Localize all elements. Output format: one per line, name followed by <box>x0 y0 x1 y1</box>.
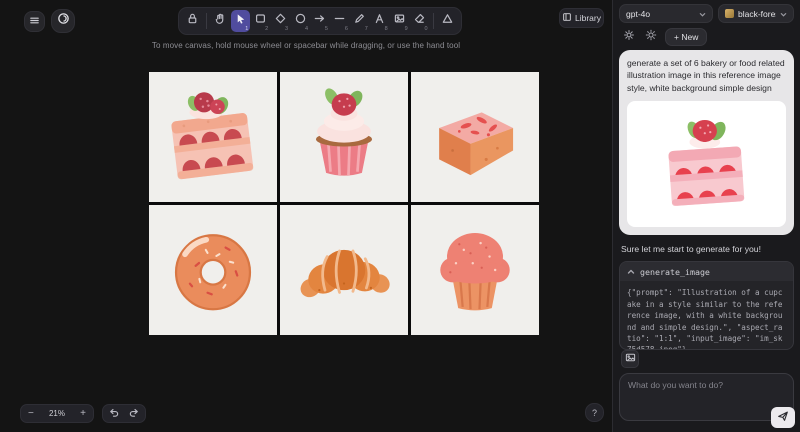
canvas-image-strawberry-cake-slice[interactable] <box>149 72 277 202</box>
chat-actions-row: + New <box>621 28 794 46</box>
draw-tool-button[interactable]: 7 <box>350 10 369 32</box>
menu-button[interactable] <box>24 11 45 32</box>
tool-key-label: 1 <box>245 26 248 32</box>
chevron-down-icon <box>699 10 706 17</box>
chat-input[interactable] <box>619 373 794 421</box>
canvas-image-strawberry-cupcake[interactable] <box>280 72 408 202</box>
attach-image-icon <box>625 350 636 368</box>
shapes-icon <box>441 12 454 30</box>
eraser-tool-button[interactable]: 0 <box>410 10 429 32</box>
theme-toggle-button[interactable] <box>643 29 659 45</box>
redo-button[interactable] <box>129 405 140 423</box>
canvas-image-berry-muffin[interactable] <box>411 205 539 335</box>
zoom-level[interactable]: 21% <box>49 409 65 418</box>
toolbar-separator <box>206 13 207 29</box>
send-button[interactable] <box>771 407 795 428</box>
canvas-hint-text: To move canvas, hold mouse wheel or spac… <box>0 41 612 50</box>
canvas-image-croissant[interactable] <box>280 205 408 335</box>
app-logo-button[interactable] <box>51 9 75 33</box>
history-control <box>102 404 146 423</box>
canvas-image-strawberry-loaf-cake[interactable] <box>411 72 539 202</box>
tool-call-arguments: {"prompt": "Illustration of a cupcake in… <box>620 281 793 350</box>
zoom-out-button[interactable]: − <box>28 409 34 419</box>
reference-image-attachment[interactable] <box>627 101 786 227</box>
arrow-tool-button[interactable]: 5 <box>311 10 330 32</box>
tool-call-header[interactable]: generate_image <box>620 262 793 281</box>
lock-tool-button[interactable] <box>183 10 202 32</box>
chat-panel: gpt-4o black-forest-lab + New <box>612 0 800 432</box>
app-logo-icon <box>57 12 70 30</box>
hamburger-icon <box>29 13 40 31</box>
more-shapes-button[interactable] <box>438 10 457 32</box>
diamond-tool-button[interactable]: 3 <box>271 10 290 32</box>
hand-tool-button[interactable] <box>211 10 230 32</box>
tool-key-label: 6 <box>345 26 348 32</box>
zoom-in-button[interactable]: + <box>80 409 86 419</box>
lock-icon <box>186 12 199 30</box>
send-icon <box>777 409 789 427</box>
model-selector-row: gpt-4o black-forest-lab <box>619 4 794 23</box>
toolbar-separator <box>433 13 434 29</box>
settings-button[interactable] <box>621 29 637 45</box>
chevron-up-icon <box>627 263 635 281</box>
tool-call-name: generate_image <box>640 267 710 277</box>
undo-button[interactable] <box>108 405 119 423</box>
attach-image-button[interactable] <box>621 350 639 368</box>
user-message-text: generate a set of 6 bakery or food relat… <box>627 57 786 94</box>
tool-key-label: 8 <box>385 26 388 32</box>
image-tool-button[interactable]: 9 <box>390 10 409 32</box>
line-tool-button[interactable]: 6 <box>330 10 349 32</box>
canvas-area[interactable]: 1 2 3 4 5 6 7 <box>0 0 612 432</box>
rectangle-tool-button[interactable]: 2 <box>251 10 270 32</box>
ellipse-tool-button[interactable]: 4 <box>291 10 310 32</box>
text-tool-button[interactable]: 8 <box>370 10 389 32</box>
drawing-toolbar: 1 2 3 4 5 6 7 <box>178 7 462 35</box>
tool-key-label: 3 <box>285 26 288 32</box>
tool-key-label: 9 <box>405 26 408 32</box>
provider-name: black-forest-lab <box>738 9 776 19</box>
tool-key-label: 4 <box>305 26 308 32</box>
new-chat-button[interactable]: + New <box>665 28 707 46</box>
model-selector-dropdown[interactable]: gpt-4o <box>619 4 713 23</box>
library-button[interactable]: Library <box>559 8 604 28</box>
canvas-image-sprinkled-donut[interactable] <box>149 205 277 335</box>
library-label: Library <box>575 13 601 23</box>
chevron-down-icon <box>780 10 787 17</box>
library-icon <box>562 12 572 24</box>
assistant-message-text: Sure let me start to generate for you! <box>621 244 792 254</box>
reference-cake-illustration <box>652 109 762 219</box>
zoom-control: − 21% + <box>20 404 94 423</box>
gear-icon <box>623 28 635 46</box>
selection-tool-button[interactable]: 1 <box>231 10 250 32</box>
tool-call-card: generate_image {"prompt": "Illustration … <box>619 261 794 350</box>
app-window: 1 2 3 4 5 6 7 <box>0 0 800 432</box>
composer <box>619 350 794 426</box>
tool-key-label: 2 <box>265 26 268 32</box>
tool-key-label: 5 <box>325 26 328 32</box>
tool-key-label: 0 <box>425 26 428 32</box>
provider-selector-dropdown[interactable]: black-forest-lab <box>718 4 794 23</box>
hand-icon <box>214 12 227 30</box>
tool-key-label: 7 <box>365 26 368 32</box>
generated-image-grid <box>149 72 539 335</box>
model-name: gpt-4o <box>626 9 650 19</box>
user-message-bubble: generate a set of 6 bakery or food relat… <box>619 50 794 235</box>
sun-icon <box>645 28 657 46</box>
help-button[interactable]: ? <box>585 403 604 422</box>
flux-logo-icon <box>725 9 734 18</box>
